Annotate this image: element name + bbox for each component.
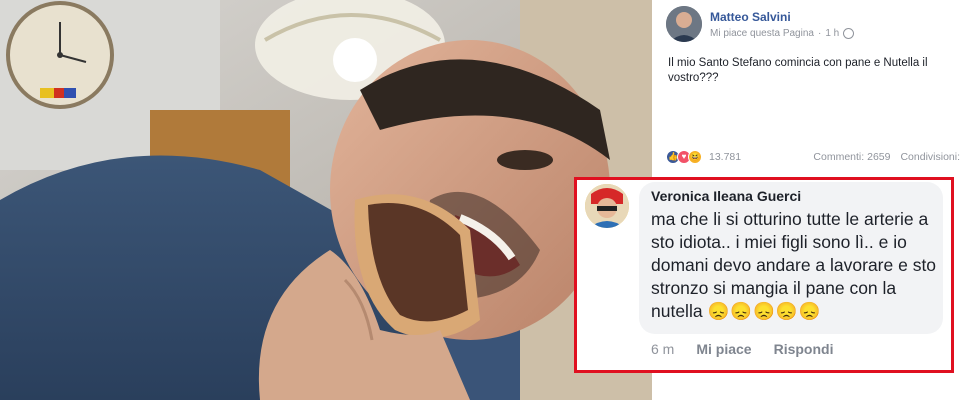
like-comment-button[interactable]: Mi piace xyxy=(696,341,751,357)
reactions-count[interactable]: 13.781 xyxy=(709,151,741,163)
author-name[interactable]: Matteo Salvini xyxy=(710,10,854,24)
avatar-image xyxy=(666,6,702,42)
post-stats: 👍 ♥ 😆 13.781 Commenti: 2659 Condivisioni… xyxy=(666,150,960,164)
comment-actions: 6 m Mi piace Rispondi xyxy=(651,341,833,357)
commenter-avatar-image xyxy=(585,184,629,228)
page-like-label[interactable]: Mi piace questa Pagina xyxy=(710,28,814,39)
reactions-icons[interactable]: 👍 ♥ 😆 xyxy=(666,150,702,164)
post-text: Il mio Santo Stefano comincia con pane e… xyxy=(668,57,928,84)
haha-reaction-icon: 😆 xyxy=(688,150,702,164)
photo-illustration xyxy=(0,0,652,400)
commenter-name[interactable]: Veronica Ileana Guerci xyxy=(651,188,801,204)
highlighted-comment: Veronica Ileana Guerci ma che li si ottu… xyxy=(574,177,954,373)
author-avatar[interactable] xyxy=(666,6,702,42)
reply-button[interactable]: Rispondi xyxy=(774,341,834,357)
post-time[interactable]: 1 h xyxy=(825,28,839,39)
comment-bubble: Veronica Ileana Guerci ma che li si ottu… xyxy=(639,182,943,334)
commenter-avatar[interactable] xyxy=(585,184,629,228)
post-header: Matteo Salvini Mi piace questa Pagina · … xyxy=(666,6,855,42)
meta-separator: · xyxy=(817,27,822,39)
comments-count[interactable]: Commenti: 2659 xyxy=(813,151,890,163)
comment-time[interactable]: 6 m xyxy=(651,341,674,357)
disappointed-emojis: 😞😞😞😞😞 xyxy=(707,301,822,321)
comment-text: ma che li si otturino tutte le arterie a… xyxy=(651,208,937,323)
globe-icon xyxy=(843,27,855,39)
shares-count[interactable]: Condivisioni: xyxy=(900,151,960,163)
post-photo[interactable] xyxy=(0,0,652,400)
